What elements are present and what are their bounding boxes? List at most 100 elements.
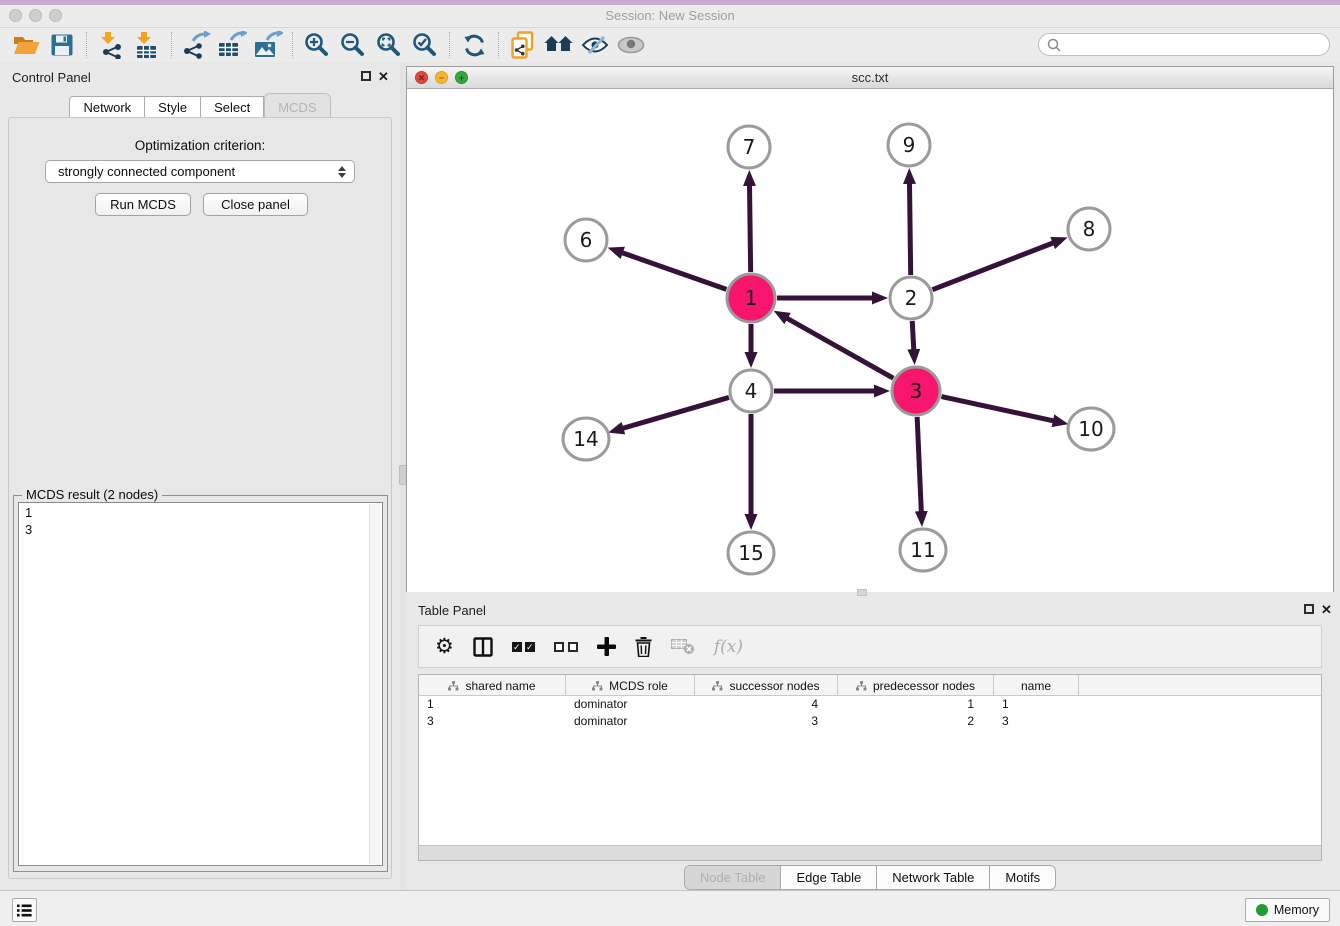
graph-node-6[interactable]: 6 xyxy=(565,219,607,261)
global-search xyxy=(1038,33,1330,56)
toolbar-divider xyxy=(171,32,172,58)
minimize-view-button[interactable]: − xyxy=(435,71,448,84)
export-table-icon[interactable] xyxy=(214,30,250,60)
cell-predecessor-nodes[interactable]: 2 xyxy=(838,713,994,730)
graph-edge-4-14[interactable] xyxy=(622,397,728,428)
graph-node-8[interactable]: 8 xyxy=(1068,208,1110,250)
tab-mcds[interactable]: MCDS xyxy=(264,93,330,119)
graph-node-14[interactable]: 14 xyxy=(563,418,609,460)
tab-network-table[interactable]: Network Table xyxy=(876,866,989,889)
cell-predecessor-nodes[interactable]: 1 xyxy=(838,696,994,713)
tab-node-table[interactable]: Node Table xyxy=(685,866,781,889)
column-header-mcds-role[interactable]: MCDS role xyxy=(566,675,695,696)
export-network-icon[interactable] xyxy=(178,30,214,60)
cell-successor-nodes[interactable]: 4 xyxy=(695,696,838,713)
graph-node-2[interactable]: 2 xyxy=(890,277,932,319)
import-network-icon[interactable] xyxy=(93,30,129,60)
cell-shared-name[interactable]: 1 xyxy=(419,696,566,713)
graph-node-7[interactable]: 7 xyxy=(728,126,770,168)
graph-node-4[interactable]: 4 xyxy=(730,370,772,412)
search-input[interactable] xyxy=(1066,35,1329,54)
cell-name[interactable]: 3 xyxy=(994,713,1079,730)
graph-edge-3-1[interactable] xyxy=(787,318,894,378)
table-row[interactable]: 1 dominator 4 1 1 xyxy=(419,696,1321,713)
graph-node-15[interactable]: 15 xyxy=(728,532,774,574)
delete-row-icon[interactable] xyxy=(635,637,652,657)
node-label: 8 xyxy=(1083,217,1096,241)
first-neighbors-icon[interactable] xyxy=(541,30,577,60)
open-file-icon[interactable] xyxy=(8,30,44,60)
graph-node-11[interactable]: 11 xyxy=(900,529,946,571)
optimization-criterion-select[interactable]: strongly connected component xyxy=(45,160,355,183)
graph-edge-2-9[interactable] xyxy=(909,183,910,275)
close-window-button[interactable] xyxy=(9,9,22,22)
tab-motifs[interactable]: Motifs xyxy=(989,866,1055,889)
close-panel-button[interactable]: Close panel xyxy=(203,193,308,216)
table-settings-icon[interactable]: ⚙ xyxy=(435,636,454,657)
app-titlebar: Session: New Session xyxy=(0,5,1340,28)
float-panel-icon[interactable] xyxy=(361,71,371,81)
zoom-fit-icon[interactable] xyxy=(371,30,407,60)
mcds-result-text[interactable]: 1 3 xyxy=(18,502,383,866)
memory-button[interactable]: Memory xyxy=(1245,898,1330,922)
control-panel-tabs: Network Style Select MCDS xyxy=(0,96,400,119)
maximize-view-button[interactable]: + xyxy=(455,71,468,84)
graph-edge-2-8[interactable] xyxy=(932,243,1053,290)
close-view-button[interactable]: ✕ xyxy=(415,71,428,84)
refresh-layout-icon[interactable] xyxy=(456,30,492,60)
zoom-selected-icon[interactable] xyxy=(407,30,443,60)
task-history-button[interactable] xyxy=(12,898,37,922)
minimize-window-button[interactable] xyxy=(29,9,42,22)
graph-edge-2-3[interactable] xyxy=(912,321,914,350)
import-table-icon[interactable] xyxy=(129,30,165,60)
cell-successor-nodes[interactable]: 3 xyxy=(695,713,838,730)
zoom-window-button[interactable] xyxy=(49,9,62,22)
graph-node-10[interactable]: 10 xyxy=(1068,408,1114,450)
export-image-icon[interactable] xyxy=(250,30,286,60)
delete-table-icon[interactable] xyxy=(671,638,695,655)
show-columns-icon[interactable] xyxy=(473,637,493,657)
node-table: shared name MCDS role successor nodes pr… xyxy=(418,674,1322,861)
tab-style[interactable]: Style xyxy=(145,96,201,119)
graph-edge-1-6[interactable] xyxy=(622,253,727,290)
show-all-eye-icon[interactable] xyxy=(613,30,649,60)
graph-node-3[interactable]: 3 xyxy=(892,367,940,415)
zoom-out-icon[interactable] xyxy=(335,30,371,60)
tab-edge-table[interactable]: Edge Table xyxy=(780,866,876,889)
graph-edge-3-10[interactable] xyxy=(941,397,1053,421)
table-row[interactable]: 3 dominator 3 2 3 xyxy=(419,713,1321,730)
status-bar: Memory xyxy=(0,890,1340,926)
graph-edge-1-7[interactable] xyxy=(750,185,751,272)
function-builder-icon[interactable]: f(x) xyxy=(714,637,743,657)
column-header-predecessor-nodes[interactable]: predecessor nodes xyxy=(838,675,994,696)
window-title: Session: New Session xyxy=(0,5,1340,27)
graph-node-1[interactable]: 1 xyxy=(727,274,775,322)
select-all-icon[interactable]: ✓✓ xyxy=(512,642,535,652)
float-panel-icon[interactable] xyxy=(1304,604,1314,614)
scrollbar-track[interactable] xyxy=(369,504,381,864)
tab-network[interactable]: Network xyxy=(69,96,145,119)
table-header-row: shared name MCDS role successor nodes pr… xyxy=(419,675,1321,696)
cell-mcds-role[interactable]: dominator xyxy=(566,713,695,730)
add-row-icon[interactable] xyxy=(597,637,616,656)
cell-name[interactable]: 1 xyxy=(994,696,1079,713)
run-mcds-button[interactable]: Run MCDS xyxy=(95,193,191,216)
cell-mcds-role[interactable]: dominator xyxy=(566,696,695,713)
graph-edge-3-11[interactable] xyxy=(917,417,921,512)
deselect-all-icon[interactable] xyxy=(554,642,578,652)
close-panel-icon[interactable]: ✕ xyxy=(378,69,389,85)
zoom-in-icon[interactable] xyxy=(299,30,335,60)
close-panel-icon[interactable]: ✕ xyxy=(1321,602,1332,618)
hide-selected-eye-icon[interactable] xyxy=(577,30,613,60)
graph-node-9[interactable]: 9 xyxy=(888,124,930,166)
column-header-name[interactable]: name xyxy=(994,675,1079,696)
network-graph-canvas[interactable]: 7 9 6 8 1 2 4 3 14 10 15 11 xyxy=(407,89,1333,592)
cell-shared-name[interactable]: 3 xyxy=(419,713,566,730)
select-stepper-icon xyxy=(338,166,346,178)
tab-select[interactable]: Select xyxy=(201,96,264,119)
network-from-file-icon[interactable] xyxy=(505,30,541,60)
column-header-shared-name[interactable]: shared name xyxy=(419,675,566,696)
save-session-icon[interactable] xyxy=(44,30,80,60)
column-header-successor-nodes[interactable]: successor nodes xyxy=(695,675,838,696)
node-label: 3 xyxy=(910,379,923,403)
